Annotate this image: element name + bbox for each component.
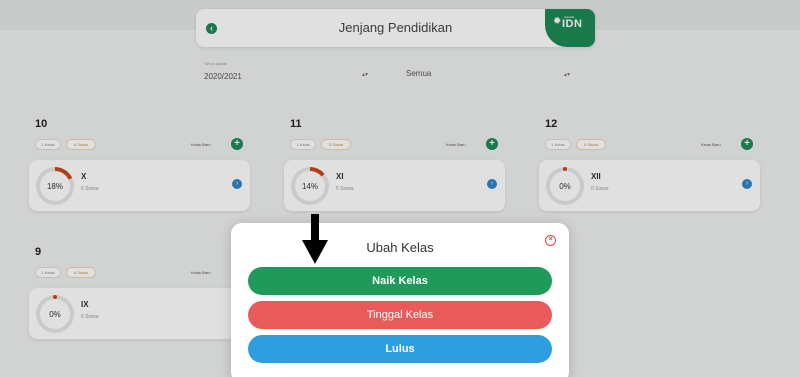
- annotation-arrow-down-icon: [302, 214, 328, 264]
